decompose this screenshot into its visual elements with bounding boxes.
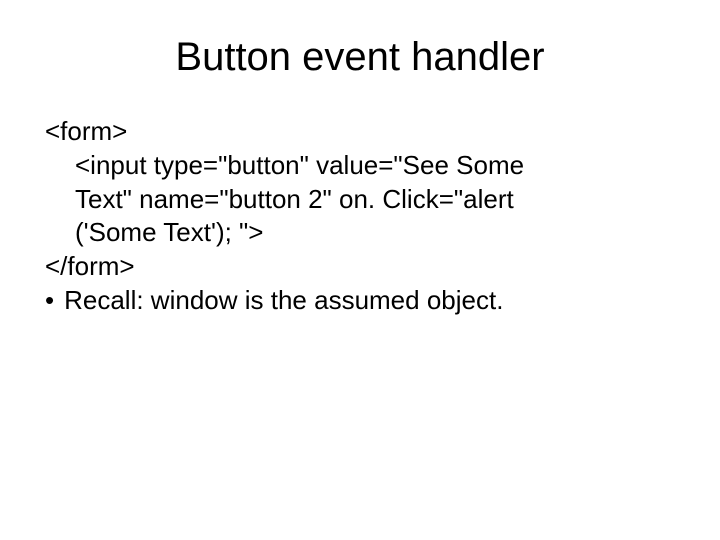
code-line: <form> <box>45 115 675 149</box>
bullet-marker: • <box>45 284 54 318</box>
code-line: Text" name="button 2" on. Click="alert <box>45 183 675 217</box>
slide-title: Button event handler <box>45 35 675 80</box>
code-line: </form> <box>45 250 675 284</box>
bullet-item: • Recall: window is the assumed object. <box>45 284 675 318</box>
code-line: ('Some Text'); "> <box>45 216 675 250</box>
slide-content: <form> <input type="button" value="See S… <box>45 115 675 318</box>
bullet-text: Recall: window is the assumed object. <box>64 284 503 318</box>
slide-container: Button event handler <form> <input type=… <box>0 0 720 540</box>
code-line: <input type="button" value="See Some <box>45 149 675 183</box>
